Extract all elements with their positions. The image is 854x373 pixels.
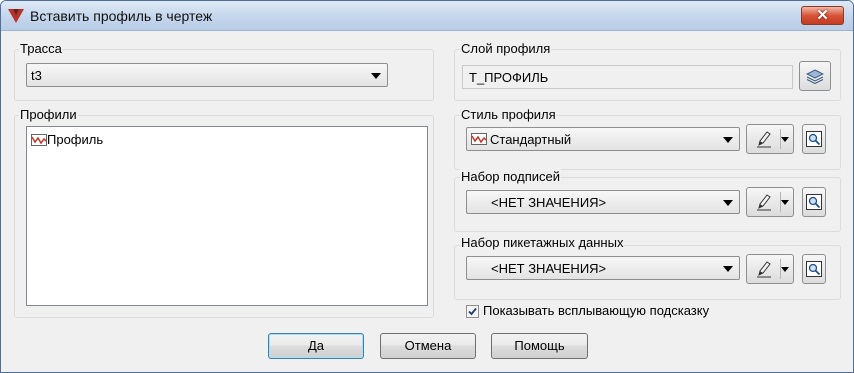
preview-zoom-icon: [806, 131, 822, 147]
preview-profile-style-button[interactable]: [802, 124, 826, 154]
dialog-body: Трасса t3 Профили Профиль Слой профиля Т…: [9, 32, 846, 365]
chevron-down-icon[interactable]: [781, 137, 789, 142]
layers-icon: [806, 69, 824, 84]
chevron-down-icon: [723, 200, 733, 206]
profile-icon: [31, 134, 47, 146]
profile-style-label: Стиль профиля: [460, 107, 557, 122]
cancel-button[interactable]: Отмена: [380, 333, 476, 359]
preview-zoom-icon: [806, 261, 822, 277]
band-set-label: Набор пикетажных данных: [460, 235, 625, 250]
edit-label-set-button[interactable]: [746, 187, 794, 217]
chevron-down-icon[interactable]: [781, 267, 789, 272]
label-set-select[interactable]: <НЕТ ЗНАЧЕНИЯ>: [466, 190, 740, 214]
title-bar[interactable]: Вставить профиль в чертеж ✕: [1, 1, 853, 31]
dialog-window: Вставить профиль в чертеж ✕ Трасса t3 Пр…: [0, 0, 854, 373]
edit-profile-style-button[interactable]: [746, 124, 794, 154]
edit-band-set-button[interactable]: [746, 254, 794, 284]
app-icon: [8, 9, 24, 23]
profile-style-icon: [471, 133, 487, 145]
close-icon: ✕: [816, 7, 829, 24]
label-set-label: Набор подписей: [460, 169, 561, 184]
alignment-label: Трасса: [19, 41, 63, 56]
profile-style-select[interactable]: Стандартный: [466, 127, 740, 151]
profile-layer-value: Т_ПРОФИЛЬ: [469, 70, 549, 85]
band-set-select[interactable]: <НЕТ ЗНАЧЕНИЯ>: [466, 256, 740, 280]
edit-pen-icon: [757, 194, 771, 211]
edit-pen-icon: [757, 261, 771, 278]
chevron-down-icon: [723, 266, 733, 272]
ok-button[interactable]: Да: [268, 333, 364, 359]
chevron-down-icon: [371, 73, 381, 79]
preview-zoom-icon: [806, 194, 822, 210]
preview-label-set-button[interactable]: [802, 187, 826, 217]
preview-band-set-button[interactable]: [802, 254, 826, 284]
checkmark-icon: [468, 307, 477, 316]
list-item-label: Профиль: [47, 132, 104, 147]
profile-layer-field: Т_ПРОФИЛЬ: [462, 65, 793, 89]
profiles-list[interactable]: Профиль: [26, 126, 428, 306]
label-set-value: <НЕТ ЗНАЧЕНИЯ>: [491, 195, 607, 210]
profile-style-value: Стандартный: [490, 132, 572, 147]
alignment-select[interactable]: t3: [26, 63, 388, 87]
chevron-down-icon: [723, 137, 733, 143]
alignment-value: t3: [31, 68, 42, 83]
select-layer-button[interactable]: [799, 61, 831, 91]
edit-pen-icon: [757, 131, 771, 148]
chevron-down-icon[interactable]: [781, 200, 789, 205]
profile-layer-label: Слой профиля: [460, 41, 552, 56]
profiles-label: Профили: [19, 107, 78, 122]
show-tooltip-label[interactable]: Показывать всплывающую подсказку: [483, 303, 709, 318]
help-button[interactable]: Помощь: [491, 333, 588, 359]
show-tooltip-checkbox[interactable]: [466, 305, 479, 318]
band-set-value: <НЕТ ЗНАЧЕНИЯ>: [491, 261, 607, 276]
window-title: Вставить профиль в чертеж: [30, 8, 213, 24]
close-button[interactable]: ✕: [801, 6, 844, 25]
